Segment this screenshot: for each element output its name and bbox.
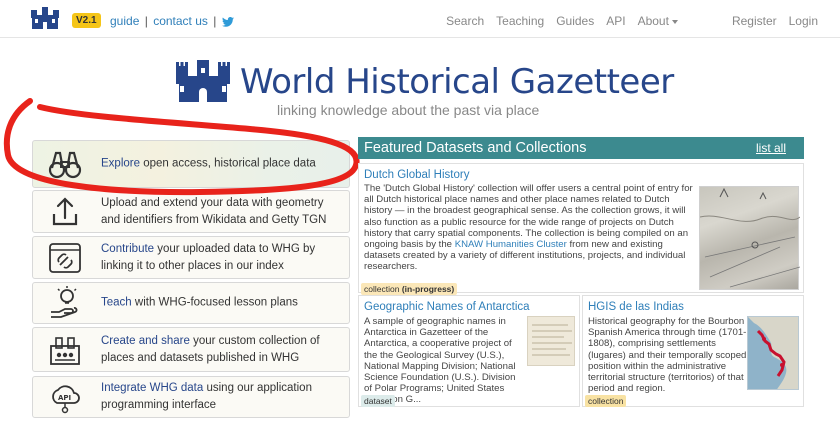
dataset-card-antarctica[interactable]: Geographic Names of Antarctica A sample … (358, 295, 580, 407)
create-card[interactable]: Create and share your custom collection … (32, 327, 350, 372)
create-highlight: Create and share (101, 334, 190, 347)
contribute-highlight: Contribute (101, 242, 155, 255)
nav-api-link[interactable]: API (606, 14, 625, 28)
dataset-title[interactable]: HGIS de las Indias (588, 301, 684, 313)
guide-link[interactable]: guide (110, 14, 139, 28)
castle-logo-icon (176, 60, 230, 102)
api-icon: API (52, 385, 80, 414)
collection-icon (50, 336, 80, 365)
dataset-description: A sample of geographic names in Antarcti… (364, 316, 516, 406)
dataset-card-hgis[interactable]: HGIS de las Indias Historical geography … (582, 295, 804, 407)
badge-type: collection (364, 284, 400, 294)
document-image (532, 324, 572, 356)
dataset-description: Historical geography for the Bourbon Spa… (588, 316, 747, 395)
navbar: V2.1 guide | contact us | Search Teachin… (0, 0, 840, 38)
twitter-icon[interactable] (221, 16, 234, 27)
dataset-type-badge: collection (585, 395, 627, 407)
chevron-down-icon (671, 19, 678, 24)
castle-logo-icon[interactable] (30, 7, 60, 29)
nav-about-label: About (637, 14, 669, 28)
nav-search-link[interactable]: Search (446, 14, 484, 28)
teach-description: with WHG-focused lesson plans (131, 296, 298, 309)
explore-highlight: Explore (101, 157, 140, 170)
dataset-card-dutch[interactable]: Dutch Global History The 'Dutch Global H… (358, 163, 804, 295)
dataset-type-badge: collection (in-progress) (361, 283, 458, 295)
dataset-thumbnail (527, 316, 575, 366)
upload-icon (52, 196, 78, 225)
upload-description: Upload and extend your data with geometr… (101, 196, 327, 226)
upload-card[interactable]: Upload and extend your data with geometr… (32, 190, 350, 233)
dataset-thumbnail (747, 316, 799, 390)
dataset-description: The 'Dutch Global History' collection wi… (364, 183, 694, 273)
page-title: World Historical Gazetteer (240, 62, 674, 102)
teach-card[interactable]: Teach with WHG-focused lesson plans (32, 282, 350, 324)
dataset-title[interactable]: Dutch Global History (364, 169, 469, 181)
list-all-link[interactable]: list all (756, 141, 786, 155)
explore-text: Explore open access, historical place da… (101, 156, 337, 173)
dataset-thumbnail (699, 186, 801, 290)
map-image (748, 317, 798, 389)
lightbulb-hand-icon (51, 286, 78, 318)
nav-left-links: guide | contact us | (110, 14, 234, 28)
explore-card[interactable]: Explore open access, historical place da… (32, 140, 350, 188)
nav-right-links: Search Teaching Guides API About Registe… (446, 14, 818, 28)
featured-header: Featured Datasets and Collections list a… (358, 137, 804, 159)
dataset-title[interactable]: Geographic Names of Antarctica (364, 301, 530, 313)
nav-register-link[interactable]: Register (732, 14, 777, 28)
teach-text: Teach with WHG-focused lesson plans (101, 295, 337, 312)
badge-status: (in-progress) (401, 284, 455, 294)
create-text: Create and share your custom collection … (101, 333, 337, 367)
svg-text:API: API (58, 394, 71, 402)
integrate-highlight: Integrate WHG data (101, 382, 204, 394)
binoculars-icon (48, 151, 82, 179)
link-icon (49, 242, 81, 273)
version-badge: V2.1 (72, 13, 101, 28)
featured-title: Featured Datasets and Collections (364, 140, 587, 156)
historical-map-image (699, 187, 801, 288)
contribute-card[interactable]: Contribute your uploaded data to WHG by … (32, 236, 350, 279)
contribute-text: Contribute your uploaded data to WHG by … (101, 241, 337, 275)
nav-teaching-link[interactable]: Teaching (496, 14, 544, 28)
explore-description: open access, historical place data (140, 157, 316, 170)
integrate-text: Integrate WHG data using our application… (101, 380, 337, 414)
dataset-type-badge: dataset (361, 395, 395, 407)
knaw-link[interactable]: KNAW Humanities Cluster (455, 239, 567, 250)
nav-login-link[interactable]: Login (789, 14, 818, 28)
page-subtitle: linking knowledge about the past via pla… (277, 102, 540, 118)
integrate-card[interactable]: API Integrate WHG data using our applica… (32, 376, 350, 418)
nav-about-dropdown[interactable]: About (638, 14, 678, 28)
contact-link[interactable]: contact us (153, 14, 208, 28)
separator: | (213, 14, 217, 28)
nav-guides-link[interactable]: Guides (556, 14, 594, 28)
teach-highlight: Teach (101, 296, 132, 309)
separator: | (144, 14, 148, 28)
